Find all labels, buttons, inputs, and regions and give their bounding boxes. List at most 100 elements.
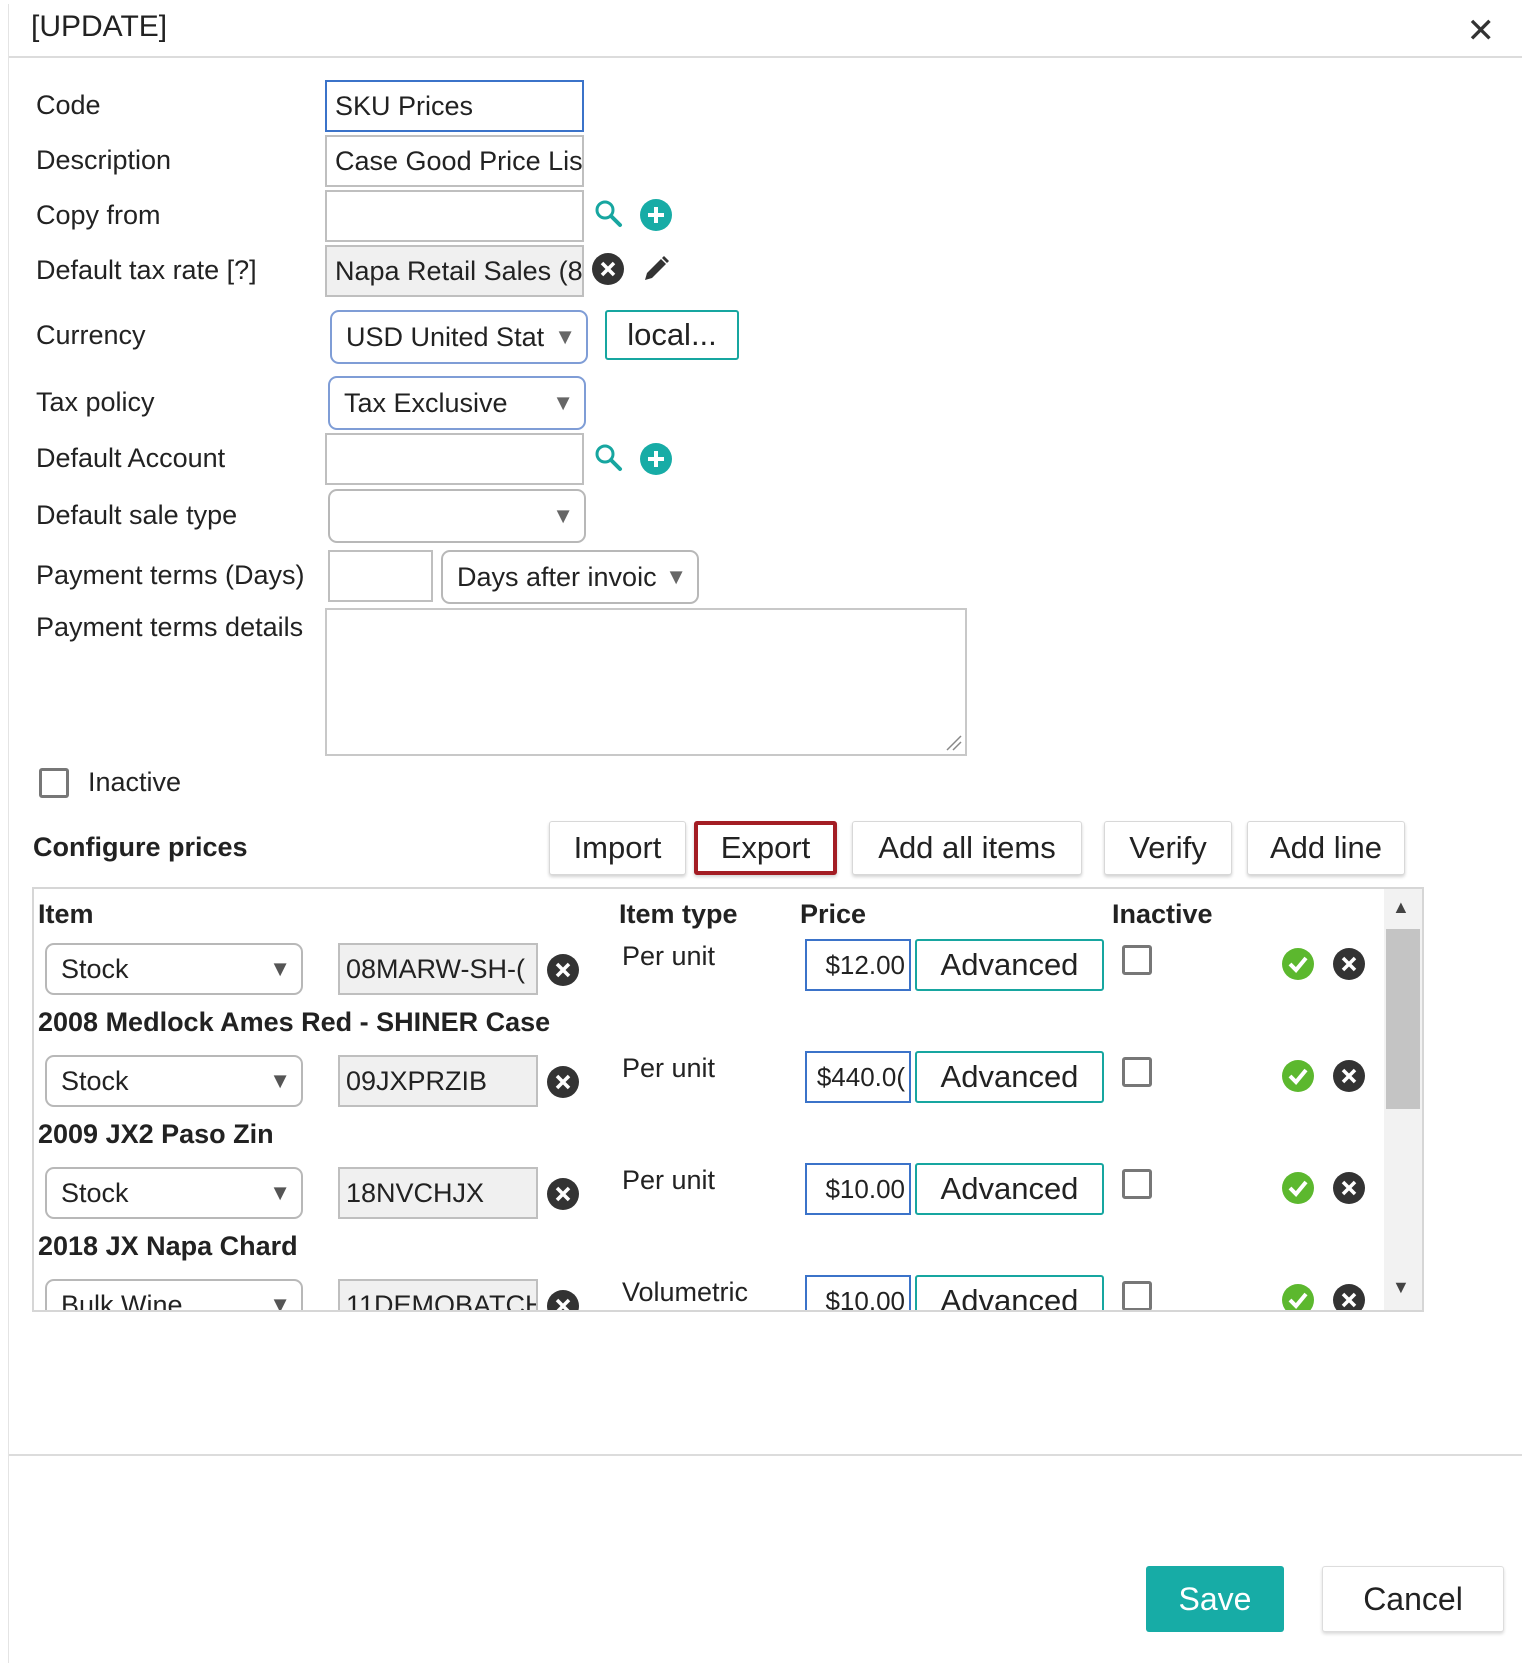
item-type-text: Per unit	[622, 1053, 716, 1083]
account-add-icon[interactable]	[639, 442, 673, 481]
advanced-button[interactable]: Advanced	[915, 1051, 1104, 1103]
code-label: Code	[36, 90, 101, 120]
grid-scrollbar[interactable]: ▲ ▼	[1384, 889, 1422, 1310]
item-type-text: Volumetric	[622, 1277, 749, 1307]
confirm-icon[interactable]	[1281, 947, 1315, 986]
add-all-items-button[interactable]: Add all items	[852, 821, 1082, 875]
close-icon[interactable]: ✕	[1467, 14, 1496, 48]
default-account-input[interactable]	[325, 433, 584, 485]
default-tax-label: Default tax rate [?]	[36, 255, 257, 285]
row-inactive-checkbox[interactable]	[1122, 945, 1152, 975]
dialog-footer	[9, 1454, 1522, 1665]
item-name: 2008 Medlock Ames Red - SHINER Case	[38, 1007, 551, 1037]
scroll-up-icon[interactable]: ▲	[1392, 897, 1410, 918]
item-name: 2009 JX2 Paso Zin	[38, 1119, 274, 1149]
item-kind-select[interactable]: Stock ▼	[45, 1167, 303, 1219]
payment-terms-details-textarea[interactable]	[325, 608, 967, 756]
item-kind-value: Stock	[61, 954, 129, 984]
copy-from-search-icon[interactable]	[593, 198, 625, 235]
confirm-icon[interactable]	[1281, 1283, 1315, 1310]
copy-from-label: Copy from	[36, 200, 161, 230]
cancel-button[interactable]: Cancel	[1322, 1566, 1504, 1632]
column-header-item: Item	[38, 899, 94, 929]
tax-policy-select[interactable]: Tax Exclusive ▼	[328, 376, 586, 430]
payment-terms-label: Payment terms (Days)	[36, 560, 305, 590]
local-currency-button[interactable]: local...	[605, 310, 739, 360]
chevron-down-icon: ▼	[552, 390, 574, 415]
price-input[interactable]: $440.0(	[805, 1051, 911, 1103]
delete-row-icon[interactable]	[1332, 947, 1366, 986]
currency-label: Currency	[36, 320, 146, 350]
item-type-text: Per unit	[622, 1165, 716, 1195]
item-code-input[interactable]: 18NVCHJX	[338, 1167, 538, 1219]
add-line-button[interactable]: Add line	[1247, 821, 1405, 875]
clear-tax-icon[interactable]	[591, 252, 625, 291]
column-header-inactive: Inactive	[1112, 899, 1213, 929]
item-code-input[interactable]: 11DEMOBATCH	[338, 1279, 538, 1310]
payment-terms-details-label: Payment terms details	[36, 612, 304, 642]
clear-item-icon[interactable]	[546, 1177, 580, 1216]
confirm-icon[interactable]	[1281, 1171, 1315, 1210]
chevron-down-icon: ▼	[269, 1180, 291, 1205]
import-button[interactable]: Import	[549, 821, 686, 875]
item-code-input[interactable]: 08MARW-SH-(	[338, 943, 538, 995]
resize-handle-icon[interactable]	[943, 732, 963, 752]
price-input[interactable]: $12.00	[805, 939, 911, 991]
account-search-icon[interactable]	[593, 442, 625, 479]
dialog-title: [UPDATE]	[31, 10, 168, 43]
edit-tax-icon[interactable]	[639, 252, 673, 291]
chevron-down-icon: ▼	[269, 956, 291, 981]
description-input[interactable]: Case Good Price Lis	[325, 135, 584, 187]
price-input[interactable]: $10.00	[805, 1163, 911, 1215]
currency-select[interactable]: USD United Stat ▼	[330, 310, 588, 364]
payment-terms-mode-value: Days after invoic	[457, 562, 657, 592]
export-button[interactable]: Export	[694, 821, 837, 875]
advanced-button[interactable]: Advanced	[915, 939, 1104, 991]
copy-from-input[interactable]	[325, 190, 584, 242]
prices-grid: Item Item type Price Inactive Stock ▼ 08M…	[32, 887, 1424, 1312]
inactive-label: Inactive	[88, 767, 182, 797]
default-sale-type-select[interactable]: ▼	[328, 489, 586, 543]
chevron-down-icon: ▼	[665, 564, 687, 589]
payment-terms-days-input[interactable]	[328, 550, 433, 602]
confirm-icon[interactable]	[1281, 1059, 1315, 1098]
chevron-down-icon: ▼	[269, 1068, 291, 1093]
delete-row-icon[interactable]	[1332, 1283, 1366, 1310]
tax-policy-label: Tax policy	[36, 387, 155, 417]
chevron-down-icon: ▼	[269, 1292, 291, 1312]
delete-row-icon[interactable]	[1332, 1171, 1366, 1210]
default-tax-input[interactable]: Napa Retail Sales (8	[325, 245, 584, 297]
scroll-thumb[interactable]	[1386, 929, 1420, 1109]
row-inactive-checkbox[interactable]	[1122, 1057, 1152, 1087]
description-label: Description	[36, 145, 172, 175]
item-kind-value: Stock	[61, 1066, 129, 1096]
item-kind-value: Bulk Wine	[61, 1290, 183, 1312]
inactive-checkbox[interactable]	[39, 768, 69, 798]
item-kind-select[interactable]: Stock ▼	[45, 1055, 303, 1107]
row-inactive-checkbox[interactable]	[1122, 1169, 1152, 1199]
chevron-down-icon: ▼	[554, 324, 576, 349]
item-code-input[interactable]: 09JXPRZIB	[338, 1055, 538, 1107]
verify-button[interactable]: Verify	[1104, 821, 1232, 875]
item-kind-value: Stock	[61, 1178, 129, 1208]
price-input[interactable]: $10.00	[805, 1275, 911, 1310]
clear-item-icon[interactable]	[546, 1289, 580, 1310]
clear-item-icon[interactable]	[546, 953, 580, 992]
code-input[interactable]: SKU Prices	[325, 80, 584, 132]
advanced-button[interactable]: Advanced	[915, 1163, 1104, 1215]
save-button[interactable]: Save	[1146, 1566, 1284, 1632]
column-header-price: Price	[800, 899, 867, 929]
item-kind-select[interactable]: Stock ▼	[45, 943, 303, 995]
clear-item-icon[interactable]	[546, 1065, 580, 1104]
chevron-down-icon: ▼	[552, 503, 574, 528]
advanced-button[interactable]: Advanced	[915, 1275, 1104, 1310]
item-kind-select[interactable]: Bulk Wine ▼	[45, 1279, 303, 1312]
column-header-item-type: Item type	[619, 899, 738, 929]
row-inactive-checkbox[interactable]	[1122, 1281, 1152, 1310]
scroll-down-icon[interactable]: ▼	[1392, 1277, 1410, 1298]
configure-prices-label: Configure prices	[33, 832, 248, 862]
copy-from-add-icon[interactable]	[639, 198, 673, 237]
default-account-label: Default Account	[36, 443, 226, 473]
delete-row-icon[interactable]	[1332, 1059, 1366, 1098]
payment-terms-mode-select[interactable]: Days after invoic ▼	[441, 550, 699, 604]
